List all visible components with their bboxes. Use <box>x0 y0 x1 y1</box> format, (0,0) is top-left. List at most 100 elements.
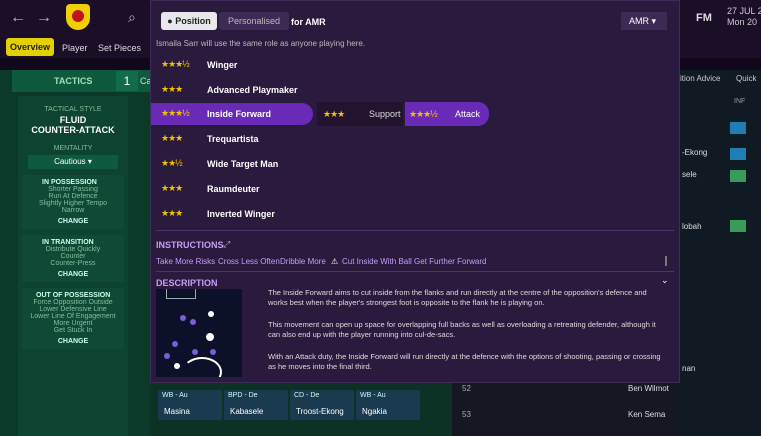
in-transition-line: Counter-Press <box>50 260 96 267</box>
player-card[interactable]: BPD - De Kabasele <box>224 390 288 420</box>
player-dot <box>192 349 198 355</box>
fm-logo: FM <box>696 12 712 24</box>
role-row[interactable]: ★★½ Wide Target Man <box>151 153 301 175</box>
out-possession-line: Force Opposition Outside <box>33 299 113 306</box>
tab-player[interactable]: Player <box>62 43 88 53</box>
description-text: The Inside Forward aims to cut inside fr… <box>268 288 647 307</box>
duty-support-button[interactable]: ★★★ Support <box>317 102 403 126</box>
position-advice-tab[interactable]: ition Advice <box>680 74 720 83</box>
status-icon <box>730 170 746 182</box>
out-possession-line: Lower Defensive Line <box>39 306 107 313</box>
back-icon[interactable]: ← <box>10 9 26 27</box>
tab-personalised[interactable]: Personalised <box>219 12 289 30</box>
role-row[interactable]: ★★★ Raumdeuter <box>151 178 301 200</box>
penalty-box <box>166 289 196 299</box>
inf-column-header: INF <box>734 98 746 105</box>
in-possession-line: Run At Defence <box>48 193 98 200</box>
popup-subtitle: Ismaila Sarr will use the same role as a… <box>156 39 365 48</box>
player-name[interactable]: Ken Sema <box>628 410 665 419</box>
row-number: 53 <box>462 410 471 419</box>
tactical-style-heading: TACTICAL STYLE <box>44 106 102 113</box>
right-panel: ition Advice Quick INF -Ekong sele lobah… <box>680 70 761 436</box>
out-possession-change-button[interactable]: CHANGE <box>22 338 124 345</box>
player-dot <box>164 353 170 359</box>
status-icon <box>730 148 746 160</box>
quick-pick-tab[interactable]: Quick <box>736 74 756 83</box>
status-icon <box>730 220 746 232</box>
tactics-label: TACTICS <box>54 76 93 86</box>
in-possession-box: IN POSSESSION Shorter Passing Run At Def… <box>22 175 124 229</box>
date-label: 27 JUL 20Mon 20 <box>727 6 761 27</box>
out-possession-line: Get Stuck In <box>53 327 93 334</box>
in-transition-change-button[interactable]: CHANGE <box>22 271 124 278</box>
player-dot <box>174 363 180 369</box>
player-dot <box>172 341 178 347</box>
warning-icon: ⚠ <box>331 257 339 266</box>
scrollbar[interactable] <box>665 256 667 266</box>
for-position-label: for AMR <box>291 17 326 27</box>
instruction-item: Take More Risks <box>156 257 216 266</box>
tab-set-pieces[interactable]: Set Pieces <box>98 43 141 53</box>
style-name-2: COUNTER-ATTACK <box>31 125 115 135</box>
status-icon <box>730 122 746 134</box>
player-card[interactable]: CD - De Troost-Ekong <box>290 390 354 420</box>
player-dot <box>180 315 186 321</box>
player-dot <box>210 349 216 355</box>
movement-arrow <box>182 357 222 377</box>
chevron-down-icon[interactable]: ⌄ <box>661 275 669 286</box>
out-possession-title: OUT OF POSSESSION <box>36 292 111 299</box>
in-possession-change-button[interactable]: CHANGE <box>22 218 124 225</box>
player-card[interactable]: WB - Au Masina <box>158 390 222 420</box>
position-dropdown[interactable]: AMR ▾ <box>621 12 667 30</box>
description-text: This movement can open up space for over… <box>268 320 656 339</box>
club-badge[interactable] <box>66 4 90 30</box>
player-name[interactable]: lobah <box>682 222 702 231</box>
search-icon[interactable]: ⌕ <box>128 9 136 26</box>
instruction-item: Dribble More <box>280 257 326 266</box>
style-name-1: FLUID <box>59 115 87 125</box>
role-row[interactable]: ★★★ Advanced Playmaker <box>151 79 301 101</box>
out-possession-line: More Urgent <box>53 320 93 327</box>
player-card[interactable]: WB - Au Ngakia <box>356 390 420 420</box>
divider <box>156 230 674 231</box>
in-transition-line: Counter <box>60 253 86 260</box>
mentality-label: MENTALITY <box>53 145 93 152</box>
out-possession-line: Lower Line Of Engagement <box>30 313 116 320</box>
tab-overview[interactable]: Overview <box>6 38 54 56</box>
instruction-item: Cross Less Often <box>218 257 280 266</box>
instruction-item: Cut Inside With Ball Get Further Forward <box>342 257 487 266</box>
instructions-heading: INSTRUCTIONS <box>156 240 224 250</box>
player-dot <box>190 319 196 325</box>
out-possession-box: OUT OF POSSESSION Force Opposition Outsi… <box>22 288 124 349</box>
in-transition-title: IN TRANSITION <box>42 239 94 246</box>
in-transition-box: IN TRANSITION Distribute Quickly Counter… <box>22 235 124 282</box>
tactic-slot[interactable]: 1 <box>116 71 138 91</box>
in-possession-title: IN POSSESSION <box>42 179 97 186</box>
tactics-bar: TACTICS 1 Cau <box>12 70 157 92</box>
player-dot <box>206 333 214 341</box>
row-number: 52 <box>462 384 471 393</box>
description-heading: DESCRIPTION <box>156 278 218 288</box>
player-name[interactable]: Ben Wilmot <box>628 384 669 393</box>
in-possession-line: Shorter Passing <box>48 186 98 193</box>
in-possession-line: Slightly Higher Tempo <box>39 200 107 207</box>
role-row[interactable]: ★★★ Trequartista <box>151 128 301 150</box>
role-row-selected[interactable]: ★★★½ Inside Forward <box>151 103 313 125</box>
tactical-style-panel: TACTICAL STYLE FLUID COUNTER-ATTACK MENT… <box>18 96 128 436</box>
tab-position[interactable]: ● Position <box>161 12 217 30</box>
description-text: With an Attack duty, the Inside Forward … <box>268 352 661 371</box>
in-transition-line: Distribute Quickly <box>45 246 101 253</box>
expand-icon[interactable]: ⤢ <box>223 239 230 250</box>
forward-icon[interactable]: → <box>36 9 52 27</box>
divider <box>156 271 674 272</box>
player-dot <box>208 311 214 317</box>
role-row[interactable]: ★★★½ Winger <box>151 54 301 76</box>
role-row[interactable]: ★★★ Inverted Winger <box>151 203 301 225</box>
role-movement-diagram <box>156 289 242 377</box>
player-name[interactable]: -Ekong <box>682 148 707 157</box>
player-name[interactable]: nan <box>682 364 695 373</box>
player-name[interactable]: sele <box>682 170 697 179</box>
in-possession-line: Narrow <box>61 207 85 214</box>
mentality-select[interactable]: Cautious ▾ <box>28 155 118 169</box>
duty-attack-button[interactable]: ★★★½ Attack <box>405 102 489 126</box>
